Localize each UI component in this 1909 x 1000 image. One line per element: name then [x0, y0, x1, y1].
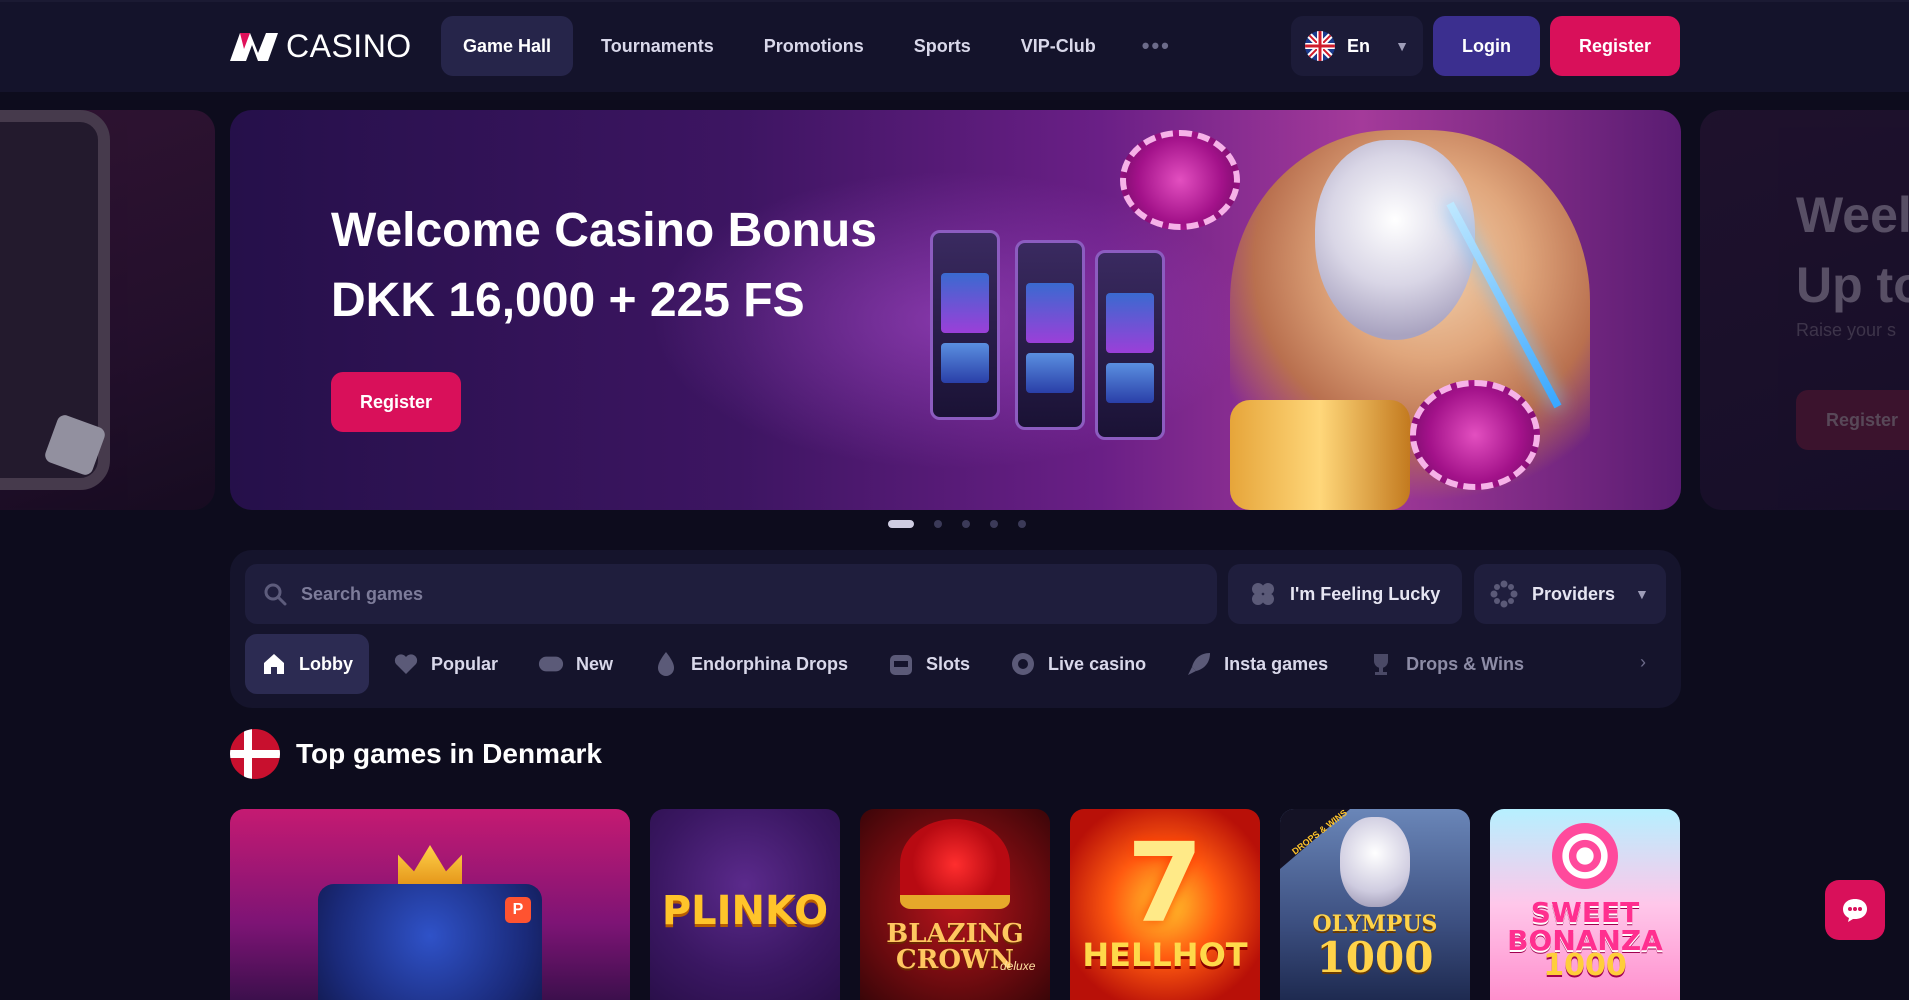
category-label: Slots — [926, 653, 971, 674]
trophy-icon — [1368, 651, 1394, 677]
category-drops-wins[interactable]: Drops & Wins — [1352, 634, 1540, 694]
rocket-icon — [1186, 651, 1212, 677]
search-input[interactable] — [301, 583, 1101, 605]
game-tile-sweet-bonanza[interactable]: SWEET BONANZA 1000 — [1490, 809, 1680, 1000]
providers-label: Providers — [1532, 583, 1616, 604]
category-label: Insta games — [1224, 653, 1329, 674]
slot-machine-image — [1095, 250, 1165, 440]
game-title: OLYMPUS — [1312, 911, 1438, 937]
category-label: Endorphina Drops — [691, 653, 849, 674]
home-icon — [261, 651, 287, 677]
carousel-dot[interactable] — [1018, 520, 1026, 528]
feeling-lucky-label: I'm Feeling Lucky — [1290, 583, 1441, 604]
category-endorphina-drops[interactable]: Endorphina Drops — [637, 634, 864, 694]
slot-machine-image — [1015, 240, 1085, 430]
promo-banner[interactable]: Welcome Casino Bonus DKK 16,000 + 225 FS … — [230, 110, 1681, 510]
category-label: Live casino — [1048, 653, 1147, 674]
slot-machine-image — [930, 230, 1000, 420]
previous-slide[interactable] — [0, 110, 215, 510]
logo-mark-icon — [230, 32, 278, 61]
section-title: Top games in Denmark — [296, 738, 603, 769]
register-button[interactable]: Register — [1550, 16, 1680, 76]
category-popular[interactable]: Popular — [377, 634, 514, 694]
category-tabs: Lobby Popular New Endorphina Drops Slots… — [245, 634, 1665, 694]
slot-machine-icon — [888, 651, 914, 677]
game-tile-plinko[interactable]: PLINKO — [650, 809, 840, 1000]
nav-vip-club[interactable]: VIP-Club — [999, 16, 1118, 76]
uk-flag-icon — [1305, 31, 1335, 61]
game-badge: P — [505, 897, 531, 923]
chat-bubble-icon — [1843, 899, 1867, 922]
carousel-dot[interactable] — [888, 520, 914, 528]
chevron-right-icon[interactable]: › — [1640, 652, 1646, 673]
login-button[interactable]: Login — [1433, 16, 1540, 76]
heart-icon — [393, 651, 419, 677]
chevron-down-icon: ▼ — [1635, 586, 1649, 602]
game-tile-blazing-crown[interactable]: BLAZING CROWN deluxe — [860, 809, 1050, 1000]
next-slide-subtitle: Raise your s — [1796, 320, 1897, 340]
search-icon — [264, 583, 287, 606]
game-title-number: 1000 — [1543, 948, 1627, 983]
nav-sports[interactable]: Sports — [892, 16, 993, 76]
game-tile-gates-of-olympus[interactable]: DROPS & WINS OLYMPUS 1000 — [1280, 809, 1470, 1000]
new-badge-icon — [538, 651, 564, 677]
category-new[interactable]: New — [522, 634, 629, 694]
game-tile-hellhot[interactable]: 7 HELLHOT — [1070, 809, 1260, 1000]
denmark-flag-icon — [230, 729, 280, 779]
drop-icon — [653, 651, 679, 677]
providers-icon — [1490, 580, 1518, 608]
chevron-down-icon: ▼ — [1395, 38, 1409, 54]
game-tile-plinko-featured[interactable]: P — [230, 809, 630, 1000]
crown-image — [900, 819, 1010, 909]
feeling-lucky-button[interactable]: I'm Feeling Lucky — [1228, 564, 1462, 624]
nav-promotions[interactable]: Promotions — [742, 16, 886, 76]
casino-chip-image — [1120, 130, 1240, 230]
live-icon — [1010, 651, 1036, 677]
banner-register-button[interactable]: Register — [331, 372, 461, 432]
language-label: En — [1347, 35, 1371, 56]
game-title-number: 1000 — [1316, 933, 1434, 982]
category-label: Lobby — [299, 653, 353, 674]
game-subtitle: deluxe — [1000, 959, 1036, 973]
game-title: HELLHOT — [1082, 936, 1248, 974]
zeus-beard-image — [1315, 140, 1475, 340]
category-insta-games[interactable]: Insta games — [1170, 634, 1344, 694]
category-label: Popular — [431, 653, 499, 674]
seven-symbol: 7 — [1126, 819, 1204, 947]
providers-dropdown[interactable]: Providers ▼ — [1474, 564, 1666, 624]
logo-text: CASINO — [286, 28, 412, 64]
candy-image — [1552, 823, 1618, 889]
slot-reel-image — [1230, 400, 1410, 510]
next-slide[interactable]: Weel Up to Raise your s Register — [1700, 110, 1909, 510]
category-lobby[interactable]: Lobby — [245, 634, 369, 694]
search-box[interactable] — [245, 564, 1217, 624]
game-title: SWEET BONANZA — [1507, 896, 1663, 957]
game-title: PLINKO — [661, 888, 829, 934]
main-nav: Game Hall Tournaments Promotions Sports … — [441, 16, 1189, 76]
nav-tournaments[interactable]: Tournaments — [579, 16, 736, 76]
category-label: Drops & Wins — [1406, 653, 1524, 674]
casino-chip-image — [1410, 380, 1540, 490]
next-slide-register-button[interactable]: Register — [1796, 390, 1909, 450]
carousel-dots — [888, 520, 1026, 528]
top-games-header: Top games in Denmark — [230, 729, 602, 779]
next-slide-title: Weel Up to — [1796, 187, 1909, 313]
banner-title: Welcome Casino Bonus DKK 16,000 + 225 FS — [331, 204, 877, 327]
ellipsis-icon[interactable]: ••• — [1124, 16, 1189, 76]
category-live-casino[interactable]: Live casino — [994, 634, 1162, 694]
carousel-dot[interactable] — [934, 520, 942, 528]
carousel-dot[interactable] — [990, 520, 998, 528]
carousel-dot[interactable] — [962, 520, 970, 528]
chat-button[interactable] — [1825, 880, 1885, 940]
language-selector[interactable]: En ▼ — [1291, 16, 1423, 76]
nav-game-hall[interactable]: Game Hall — [441, 16, 574, 76]
site-logo[interactable]: CASINO — [230, 28, 412, 65]
clover-icon — [1252, 583, 1274, 605]
zeus-image — [1340, 817, 1410, 907]
category-label: New — [576, 653, 614, 674]
category-slots[interactable]: Slots — [872, 634, 986, 694]
